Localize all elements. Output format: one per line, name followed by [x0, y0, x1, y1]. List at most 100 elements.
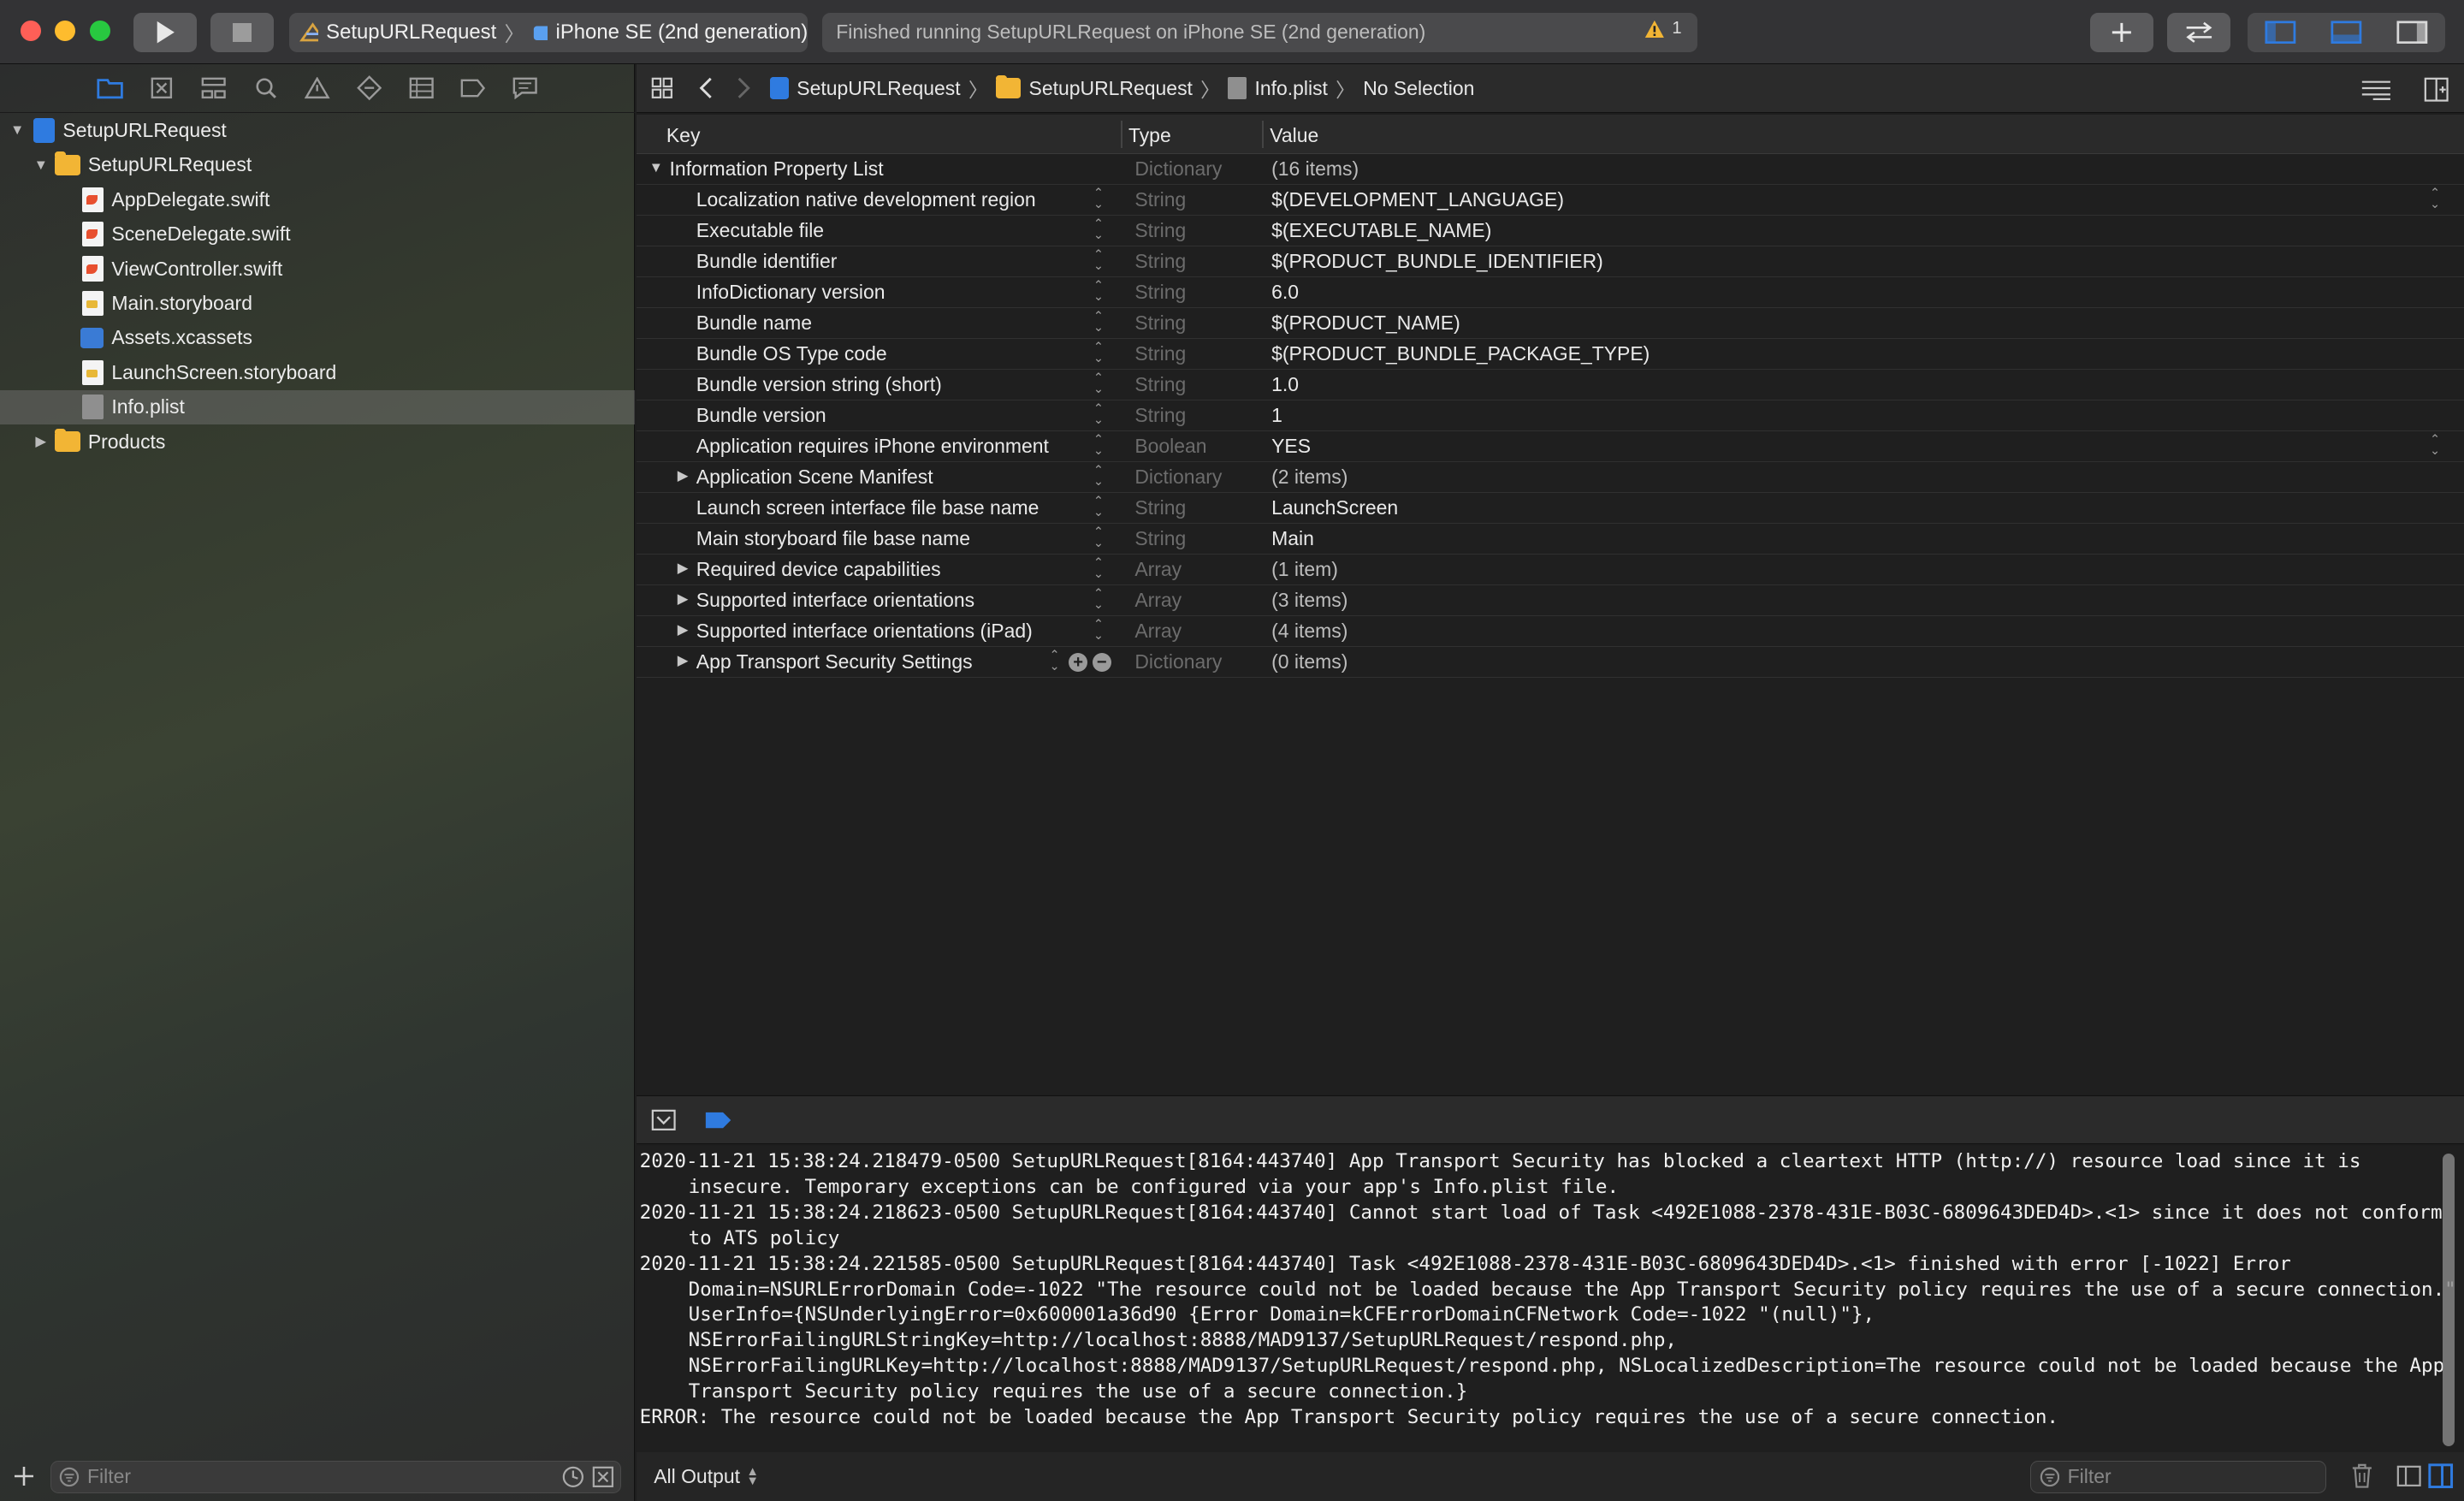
key-stepper-icon[interactable]: ⌃ ⌄: [1093, 495, 1105, 519]
breakpoint-navigator-tab-icon[interactable]: [459, 74, 487, 102]
tree-row-file[interactable]: Assets.xcassets: [0, 321, 635, 355]
plist-row[interactable]: Main storyboard file base name ⌃ ⌄ String Ma…: [636, 524, 2464, 555]
remove-row-minus-icon[interactable]: −: [1092, 653, 1111, 673]
plist-row[interactable]: Application requires iPhone environment ⌃…: [636, 431, 2464, 463]
key-stepper-icon[interactable]: ⌃ ⌄: [1093, 556, 1105, 580]
tree-row-group[interactable]: ▶ Products: [0, 424, 635, 459]
plist-row[interactable]: ▶ Supported interface orientations (iPad)…: [636, 616, 2464, 648]
plist-key[interactable]: Bundle version string (short): [696, 373, 942, 396]
plist-type[interactable]: Boolean: [1134, 435, 1206, 458]
plist-value[interactable]: YES: [1271, 435, 1311, 458]
plist-row[interactable]: Bundle version string (short) ⌃ ⌄ String 1.0: [636, 370, 2464, 401]
plist-row[interactable]: ▶ Application Scene Manifest ⌃ ⌄ Dictionary (…: [636, 462, 2464, 494]
trash-icon[interactable]: [2351, 1463, 2373, 1488]
disclosure-collapsed-icon[interactable]: ▶: [678, 467, 689, 484]
add-file-plus-icon[interactable]: [14, 1466, 33, 1486]
plist-value[interactable]: 1: [1271, 404, 1282, 427]
plist-type[interactable]: Array: [1134, 589, 1182, 612]
console-output[interactable]: 2020-11-21 15:38:24.218479-0500 SetupURL…: [636, 1146, 2464, 1453]
value-popup-stepper-icon[interactable]: ⌃ ⌄: [2430, 433, 2440, 457]
editor-options-lines-icon[interactable]: [2360, 79, 2392, 101]
report-navigator-tab-icon[interactable]: [511, 74, 539, 102]
column-divider[interactable]: [1120, 121, 1122, 148]
key-stepper-icon[interactable]: ⌃ ⌄: [1093, 187, 1105, 211]
jump-bar-group[interactable]: SetupURLRequest: [1029, 77, 1193, 100]
plist-key[interactable]: Bundle identifier: [696, 250, 838, 273]
plist-row[interactable]: ▶ Required device capabilities ⌃ ⌄ Array (1 i…: [636, 555, 2464, 586]
recent-files-clock-icon[interactable]: [562, 1466, 584, 1488]
add-editor-split-icon[interactable]: [2424, 77, 2449, 102]
breakpoints-toggle-icon[interactable]: [704, 1111, 732, 1130]
column-divider[interactable]: [1262, 121, 1264, 148]
navigator-panel-toggle-icon[interactable]: [2265, 21, 2296, 44]
show-console-view-icon[interactable]: [2428, 1463, 2454, 1489]
test-navigator-tab-icon[interactable]: [355, 74, 383, 102]
key-stepper-icon[interactable]: ⌃ ⌄: [1093, 310, 1105, 334]
plist-type[interactable]: String: [1134, 373, 1186, 396]
plist-value[interactable]: $(EXECUTABLE_NAME): [1271, 219, 1491, 242]
tree-row-file[interactable]: ViewController.swift: [0, 252, 635, 286]
run-button[interactable]: [133, 12, 197, 52]
plist-key[interactable]: Launch screen interface file base name: [696, 496, 1040, 519]
key-column-header[interactable]: Key: [666, 124, 701, 147]
plist-type[interactable]: Dictionary: [1134, 466, 1222, 489]
forward-chevron-icon[interactable]: [736, 77, 751, 99]
plist-type[interactable]: String: [1134, 281, 1186, 304]
value-popup-stepper-icon[interactable]: ⌃ ⌄: [2430, 187, 2440, 211]
key-stepper-icon[interactable]: ⌃ ⌄: [1093, 217, 1105, 241]
disclosure-collapsed-icon[interactable]: ▶: [33, 433, 49, 450]
jump-bar-project[interactable]: SetupURLRequest: [797, 77, 960, 100]
hide-debug-area-icon[interactable]: [651, 1109, 676, 1131]
key-stepper-icon[interactable]: ⌃ ⌄: [1093, 433, 1105, 457]
plist-row[interactable]: ▶ Supported interface orientations ⌃ ⌄ Array…: [636, 585, 2464, 617]
inspector-panel-toggle-icon[interactable]: [2396, 21, 2428, 44]
plist-value[interactable]: $(DEVELOPMENT_LANGUAGE): [1271, 188, 1564, 211]
plist-value[interactable]: $(PRODUCT_BUNDLE_PACKAGE_TYPE): [1271, 342, 1650, 365]
plist-type[interactable]: Dictionary: [1134, 650, 1222, 673]
project-navigator-tab-icon[interactable]: [96, 74, 124, 102]
jump-bar-file[interactable]: Info.plist: [1254, 77, 1327, 100]
key-stepper-icon[interactable]: ⌃ ⌄: [1093, 279, 1105, 303]
plist-key[interactable]: Bundle OS Type code: [696, 342, 887, 365]
plist-type[interactable]: String: [1134, 188, 1186, 211]
output-selector[interactable]: All Output ▲ ▼: [654, 1465, 759, 1488]
symbol-navigator-tab-icon[interactable]: [199, 74, 228, 102]
tree-row-project[interactable]: ▼ SetupURLRequest: [0, 113, 635, 147]
key-stepper-icon[interactable]: ⌃ ⌄: [1093, 248, 1105, 272]
value-column-header[interactable]: Value: [1270, 124, 1318, 147]
plist-key[interactable]: InfoDictionary version: [696, 281, 886, 304]
plist-row[interactable]: Localization native development region ⌃ ⌄…: [636, 185, 2464, 217]
key-stepper-icon[interactable]: ⌃ ⌄: [1093, 587, 1105, 611]
scheme-selector[interactable]: SetupURLRequest 〉 iPhone SE (2nd generat…: [289, 12, 808, 52]
plist-key[interactable]: Supported interface orientations (iPad): [696, 620, 1033, 643]
plist-value[interactable]: (4 items): [1271, 620, 1348, 643]
minimize-window-button[interactable]: [55, 20, 76, 41]
tree-row-file-selected[interactable]: Info.plist: [0, 389, 636, 424]
plist-row[interactable]: Launch screen interface file base name ⌃ ⌄…: [636, 493, 2464, 525]
plist-type[interactable]: String: [1134, 342, 1186, 365]
plist-key[interactable]: Application requires iPhone environment: [696, 435, 1049, 458]
stop-button[interactable]: [210, 12, 274, 52]
plist-value[interactable]: (2 items): [1271, 466, 1348, 489]
plist-type[interactable]: Array: [1134, 620, 1182, 643]
show-variables-view-icon[interactable]: [2396, 1465, 2422, 1487]
close-window-button[interactable]: [20, 20, 41, 41]
warning-badge[interactable]: 1: [1644, 19, 1682, 39]
plist-row[interactable]: InfoDictionary version ⌃ ⌄ String 6.0: [636, 277, 2464, 309]
plist-value[interactable]: LaunchScreen: [1271, 496, 1398, 519]
disclosure-expanded-icon[interactable]: ▼: [33, 157, 49, 174]
type-column-header[interactable]: Type: [1128, 124, 1171, 147]
plist-type[interactable]: String: [1134, 219, 1186, 242]
disclosure-collapsed-icon[interactable]: ▶: [678, 621, 689, 638]
key-stepper-icon[interactable]: ⌃ ⌄: [1093, 525, 1105, 549]
plist-key[interactable]: Bundle version: [696, 404, 826, 427]
related-items-grid-icon[interactable]: [651, 77, 673, 99]
plist-row[interactable]: Bundle identifier ⌃ ⌄ String $(PRODUCT_BUNDL…: [636, 246, 2464, 278]
plist-key[interactable]: Supported interface orientations: [696, 589, 974, 612]
library-button[interactable]: [2090, 12, 2153, 52]
add-row-plus-icon[interactable]: +: [1069, 653, 1088, 673]
key-stepper-icon[interactable]: ⌃ ⌄: [1093, 341, 1105, 365]
plist-row[interactable]: Executable file ⌃ ⌄ String $(EXECUTABLE_NAME…: [636, 216, 2464, 247]
console-scrollbar[interactable]: [2442, 1154, 2455, 1447]
tree-row-file[interactable]: SceneDelegate.swift: [0, 217, 635, 252]
